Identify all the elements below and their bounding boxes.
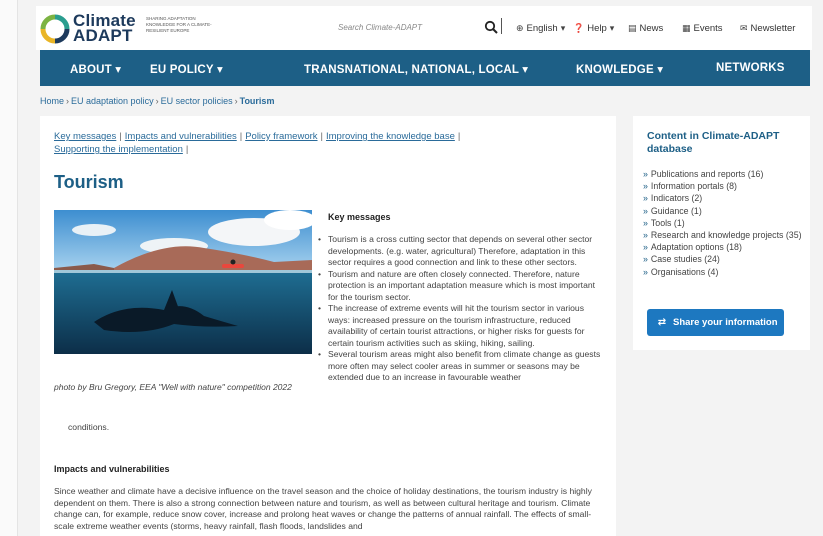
nav-item-networks[interactable]: NETWORKS	[716, 62, 785, 74]
sidebar-title: Content in Climate-ADAPT database	[647, 130, 780, 155]
sidebar-item-research-projects[interactable]: » Research and knowledge projects (35)	[643, 229, 805, 241]
search-icon[interactable]	[484, 20, 498, 34]
sidebar-item-guidance[interactable]: » Guidance (1)	[643, 205, 805, 217]
chevron-right-icon: »	[643, 193, 648, 204]
impacts-heading: Impacts and vulnerabilities	[54, 464, 170, 474]
newsletter-link[interactable]: ✉ Newsletter	[740, 23, 795, 34]
main-content: Key messages | Impacts and vulnerabilities…	[40, 116, 616, 536]
breadcrumb-separator: ›	[155, 96, 159, 106]
share-information-button[interactable]: ⇄ Share your information	[647, 309, 784, 336]
envelope-icon: ✉	[740, 23, 748, 33]
chevron-right-icon: »	[643, 242, 648, 253]
link-supporting-implementation[interactable]: Supporting the implementation	[54, 144, 183, 155]
logo-tagline: SHARING ADAPTATION KNOWLEDGE FOR A CLIMA…	[146, 16, 212, 33]
news-icon: ▤	[628, 23, 637, 33]
breadcrumb: Home › EU adaptation policy › EU sector poli…	[40, 96, 274, 106]
globe-icon: ⊕	[516, 23, 524, 33]
nav-item-knowledge[interactable]: KNOWLEDGE ▾	[576, 62, 663, 76]
sidebar-item-adaptation-options[interactable]: » Adaptation options (18)	[643, 241, 805, 253]
link-policy-framework[interactable]: Policy framework	[245, 131, 317, 142]
chevron-right-icon: »	[643, 230, 648, 241]
sidebar-item-organisations[interactable]: » Organisations (4)	[643, 266, 805, 278]
news-link[interactable]: ▤ News	[628, 23, 663, 34]
chevron-right-icon: »	[643, 205, 648, 216]
nav-item-eu-policy[interactable]: EU POLICY ▾	[150, 62, 223, 76]
site-logo[interactable]: Climate ADAPT	[40, 12, 140, 46]
breadcrumb-separator: ›	[234, 96, 238, 106]
share-icon: ⇄	[657, 317, 667, 328]
help-menu[interactable]: ❓ Help ▾	[573, 23, 614, 34]
caret-down-icon: ▾	[560, 23, 566, 33]
chevron-right-icon: »	[643, 266, 648, 277]
search-input[interactable]: Search Climate-ADAPT	[332, 19, 492, 39]
chevron-right-icon: »	[643, 169, 648, 179]
logo-icon	[40, 14, 70, 44]
key-message-item: Tourism and nature are often closely con…	[316, 269, 606, 304]
page-section-links: Key messages | Impacts and vulnerabilities…	[54, 131, 461, 155]
key-messages-heading: Key messages	[328, 212, 391, 222]
breadcrumb-eu-sector-policies[interactable]: EU sector policies	[161, 96, 233, 106]
site-header: Climate ADAPT SHARING ADAPTATION KNOWLED…	[36, 6, 812, 50]
chevron-right-icon: »	[643, 217, 648, 228]
tourism-photo	[54, 210, 312, 354]
key-message-continuation: conditions.	[68, 422, 110, 432]
key-message-item: Several tourism areas might also benefit…	[316, 349, 606, 384]
help-icon: ❓	[573, 23, 585, 33]
photo-caption: photo by Bru Gregory, EEA "Well with nat…	[54, 382, 292, 392]
link-impacts[interactable]: Impacts and vulnerabilities	[125, 131, 237, 142]
calendar-icon: ▦	[682, 23, 691, 33]
sidebar-item-information-portals[interactable]: » Information portals (8)	[643, 180, 805, 192]
sidebar-item-case-studies[interactable]: » Case studies (24)	[643, 253, 805, 265]
key-messages-list: Tourism is a cross cutting sector that d…	[316, 234, 606, 384]
breadcrumb-home[interactable]: Home	[40, 96, 64, 106]
sidebar-item-tools[interactable]: » Tools (1)	[643, 217, 805, 229]
logo-wordmark: Climate ADAPT	[73, 11, 136, 45]
chevron-right-icon: »	[643, 254, 648, 265]
sidebar-list: » Publications and reports (16) » Informat…	[643, 168, 805, 278]
page-title: Tourism	[54, 172, 124, 192]
link-knowledge-base[interactable]: Improving the knowledge base	[326, 131, 455, 142]
sidebar-item-publications[interactable]: » Publications and reports (16)	[643, 168, 805, 180]
nav-item-transnational[interactable]: TRANSNATIONAL, NATIONAL, LOCAL ▾	[304, 62, 528, 76]
link-key-messages[interactable]: Key messages	[54, 131, 116, 142]
breadcrumb-current: Tourism	[239, 96, 275, 106]
key-message-item: Tourism is a cross cutting sector that d…	[316, 234, 606, 269]
main-navigation: ABOUT ▾ EU POLICY ▾ TRANSNATIONAL, NATIO…	[40, 50, 810, 86]
events-link[interactable]: ▦ Events	[682, 23, 723, 34]
left-page-edge	[0, 0, 18, 536]
key-message-item: The increase of extreme events will hit …	[316, 303, 606, 349]
database-sidebar: Content in Climate-ADAPT database » Publi…	[633, 116, 810, 350]
language-menu[interactable]: ⊕ English ▾	[516, 23, 565, 34]
sidebar-item-indicators[interactable]: » Indicators (2)	[643, 192, 805, 204]
search-placeholder: Search Climate-ADAPT	[338, 23, 423, 32]
header-separator	[501, 18, 502, 34]
breadcrumb-eu-adaptation-policy[interactable]: EU adaptation policy	[71, 96, 154, 106]
impacts-paragraph: Since weather and climate have a decisiv…	[54, 486, 592, 531]
caret-down-icon: ▾	[609, 23, 615, 33]
breadcrumb-separator: ›	[66, 96, 70, 106]
chevron-right-icon: »	[643, 181, 648, 192]
nav-item-about[interactable]: ABOUT ▾	[70, 62, 121, 76]
